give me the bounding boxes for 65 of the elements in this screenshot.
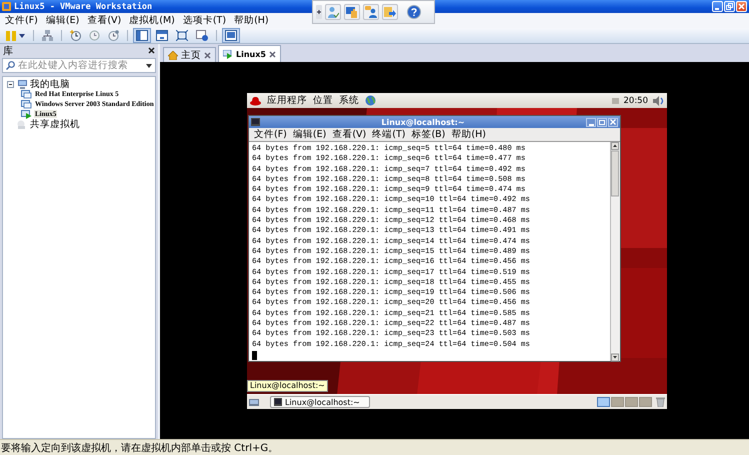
clock[interactable]: 20:50 — [624, 96, 648, 106]
tree-item[interactable]: 共享虚拟机 — [29, 118, 81, 130]
close-button[interactable] — [608, 118, 618, 126]
redhat-icon[interactable] — [250, 96, 261, 106]
monitor-icon[interactable] — [225, 30, 237, 41]
panel-menu[interactable]: 应用程序 — [267, 94, 307, 107]
maximize-button[interactable] — [597, 118, 607, 126]
help-icon[interactable] — [407, 5, 421, 19]
tab[interactable]: Linux5 — [218, 45, 281, 62]
menu-item[interactable]: 标签(B) — [411, 128, 446, 141]
collapse-icon[interactable] — [7, 80, 14, 88]
scrollbar[interactable] — [610, 142, 620, 361]
window-title: Linux5 - VMware Workstation — [14, 2, 152, 12]
terminal-icon — [251, 118, 260, 126]
window-info-icon[interactable] — [196, 30, 208, 41]
clock-icon[interactable] — [70, 30, 81, 41]
globe-icon[interactable] — [365, 95, 376, 106]
panel-menu[interactable]: 位置 — [313, 94, 333, 107]
terminal-icon — [274, 398, 282, 406]
menu-item[interactable]: 选项卡(T) — [182, 14, 226, 27]
panel-menu[interactable]: 系统 — [339, 94, 359, 107]
fullscreen-icon[interactable] — [176, 30, 188, 41]
tooltip: Linux@localhost:~ — [247, 380, 328, 392]
search-icon — [6, 61, 15, 70]
menu-item[interactable]: 编辑(E) — [292, 128, 326, 141]
trash-icon[interactable] — [656, 397, 665, 407]
search-field[interactable]: 在此处键入内容进行搜索 — [2, 58, 156, 73]
menu-item[interactable]: 帮助(H) — [451, 128, 486, 141]
text-cursor — [252, 350, 257, 360]
menu-item[interactable]: 终端(T) — [372, 128, 406, 141]
status-message: 要将输入定向到该虚拟机，请在虚拟机内部单击或按 Ctrl+G。 — [1, 442, 278, 454]
close-icon[interactable] — [148, 47, 155, 54]
caret-icon — [19, 34, 25, 38]
computer-icon — [16, 80, 27, 88]
panel-title: 库 — [3, 44, 13, 58]
caret-icon — [146, 64, 152, 68]
speaker-icon[interactable] — [653, 96, 664, 106]
taskbar-button[interactable]: Linux@localhost:~ — [270, 396, 370, 408]
show-desktop-icon[interactable] — [249, 397, 260, 407]
menu-item[interactable]: 查看(V) — [87, 14, 122, 27]
network-icon[interactable] — [42, 30, 53, 41]
users-icon[interactable] — [365, 6, 377, 18]
user-check-icon[interactable] — [327, 6, 339, 18]
window-title: Linux@localhost:~ — [380, 118, 466, 126]
layout-icon[interactable] — [136, 30, 148, 41]
restore-button[interactable] — [724, 1, 735, 12]
app-icon — [2, 2, 11, 11]
menu-item[interactable]: 帮助(H) — [234, 14, 269, 27]
tab[interactable]: 主页 — [163, 47, 216, 62]
folder-arrow-icon[interactable] — [384, 6, 396, 18]
workspace[interactable] — [597, 397, 610, 407]
menu-item[interactable]: 查看(V) — [332, 128, 366, 141]
home-icon — [168, 50, 178, 60]
menu-item[interactable]: 虚拟机(M) — [129, 14, 175, 27]
clock-icon[interactable] — [108, 30, 119, 41]
menu-item[interactable]: 文件(F) — [5, 14, 38, 27]
shared-vm-icon — [16, 120, 27, 128]
pin-icon[interactable] — [316, 5, 322, 19]
console-icon[interactable] — [156, 30, 168, 41]
menu-item[interactable]: 编辑(E) — [46, 14, 80, 27]
vm-running-icon — [223, 50, 233, 58]
minimize-button[interactable] — [586, 118, 596, 126]
tree-item[interactable]: 我的电脑 — [29, 78, 71, 90]
menu-item[interactable]: 文件(F) — [254, 128, 287, 141]
close-icon[interactable] — [268, 50, 276, 58]
